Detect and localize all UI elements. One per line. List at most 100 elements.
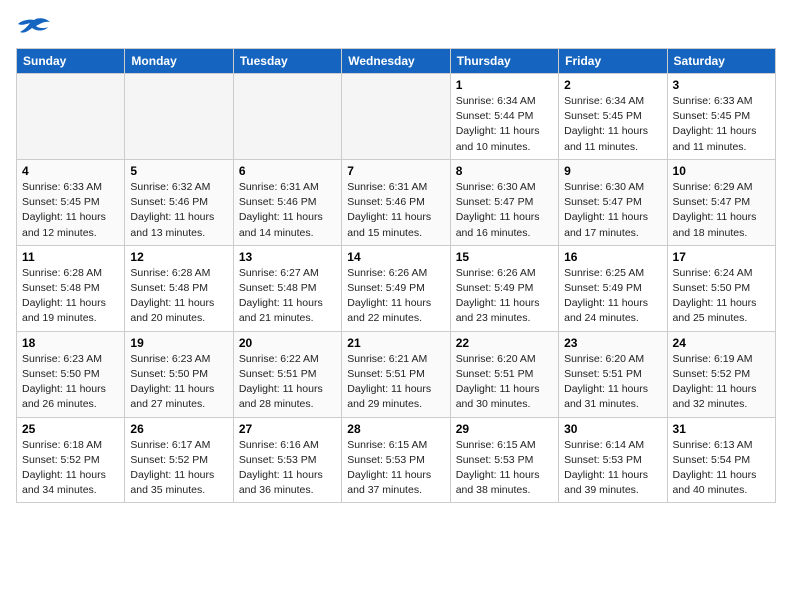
calendar-cell: 3 Sunrise: 6:33 AM Sunset: 5:45 PM Daylig… bbox=[667, 74, 775, 160]
calendar-cell: 1Sunrise: 6:34 AM Sunset: 5:44 PM Daylig… bbox=[450, 74, 558, 160]
calendar-header-wednesday: Wednesday bbox=[342, 49, 450, 74]
calendar-cell: 26Sunrise: 6:17 AM Sunset: 5:52 PM Dayli… bbox=[125, 417, 233, 503]
day-info: Sunrise: 6:26 AM Sunset: 5:49 PM Dayligh… bbox=[347, 266, 444, 327]
calendar-cell: 24 Sunrise: 6:19 AM Sunset: 5:52 PM Dayli… bbox=[667, 331, 775, 417]
day-info: Sunrise: 6:20 AM Sunset: 5:51 PM Dayligh… bbox=[456, 352, 553, 413]
day-info: Sunrise: 6:33 AM Sunset: 5:45 PM Dayligh… bbox=[673, 94, 770, 155]
day-info: Sunrise: 6:23 AM Sunset: 5:50 PM Dayligh… bbox=[22, 352, 119, 413]
day-number: 4 bbox=[22, 164, 119, 178]
calendar-cell: 31 Sunrise: 6:13 AM Sunset: 5:54 PM Dayli… bbox=[667, 417, 775, 503]
calendar-cell: 14 Sunrise: 6:26 AM Sunset: 5:49 PM Dayli… bbox=[342, 245, 450, 331]
day-number: 9 bbox=[564, 164, 661, 178]
day-number: 12 bbox=[130, 250, 227, 264]
day-number: 5 bbox=[130, 164, 227, 178]
day-number: 31 bbox=[673, 422, 770, 436]
day-info: Sunrise: 6:23 AM Sunset: 5:50 PM Dayligh… bbox=[130, 352, 227, 413]
day-info: Sunrise: 6:30 AM Sunset: 5:47 PM Dayligh… bbox=[564, 180, 661, 241]
day-number: 24 bbox=[673, 336, 770, 350]
day-info: Sunrise: 6:31 AM Sunset: 5:46 PM Dayligh… bbox=[347, 180, 444, 241]
day-info: Sunrise: 6:27 AM Sunset: 5:48 PM Dayligh… bbox=[239, 266, 336, 327]
calendar-cell: 2 Sunrise: 6:34 AM Sunset: 5:45 PM Daylig… bbox=[559, 74, 667, 160]
calendar-week-row: 18 Sunrise: 6:23 AM Sunset: 5:50 PM Dayli… bbox=[17, 331, 776, 417]
day-info: Sunrise: 6:16 AM Sunset: 5:53 PM Dayligh… bbox=[239, 438, 336, 499]
day-number: 16 bbox=[564, 250, 661, 264]
calendar-cell bbox=[342, 74, 450, 160]
calendar-cell: 7 Sunrise: 6:31 AM Sunset: 5:46 PM Daylig… bbox=[342, 159, 450, 245]
day-info: Sunrise: 6:17 AM Sunset: 5:52 PM Dayligh… bbox=[130, 438, 227, 499]
calendar-cell: 5 Sunrise: 6:32 AM Sunset: 5:46 PM Daylig… bbox=[125, 159, 233, 245]
day-info: Sunrise: 6:31 AM Sunset: 5:46 PM Dayligh… bbox=[239, 180, 336, 241]
day-number: 28 bbox=[347, 422, 444, 436]
day-info: Sunrise: 6:28 AM Sunset: 5:48 PM Dayligh… bbox=[130, 266, 227, 327]
calendar-cell bbox=[17, 74, 125, 160]
day-number: 14 bbox=[347, 250, 444, 264]
day-number: 21 bbox=[347, 336, 444, 350]
calendar-header-sunday: Sunday bbox=[17, 49, 125, 74]
day-number: 25 bbox=[22, 422, 119, 436]
day-info: Sunrise: 6:34 AM Sunset: 5:44 PM Dayligh… bbox=[456, 94, 553, 155]
day-info: Sunrise: 6:22 AM Sunset: 5:51 PM Dayligh… bbox=[239, 352, 336, 413]
day-info: Sunrise: 6:29 AM Sunset: 5:47 PM Dayligh… bbox=[673, 180, 770, 241]
day-info: Sunrise: 6:26 AM Sunset: 5:49 PM Dayligh… bbox=[456, 266, 553, 327]
calendar-cell: 4 Sunrise: 6:33 AM Sunset: 5:45 PM Daylig… bbox=[17, 159, 125, 245]
day-info: Sunrise: 6:19 AM Sunset: 5:52 PM Dayligh… bbox=[673, 352, 770, 413]
calendar-table: SundayMondayTuesdayWednesdayThursdayFrid… bbox=[16, 48, 776, 503]
calendar-cell: 22 Sunrise: 6:20 AM Sunset: 5:51 PM Dayli… bbox=[450, 331, 558, 417]
day-info: Sunrise: 6:30 AM Sunset: 5:47 PM Dayligh… bbox=[456, 180, 553, 241]
day-number: 10 bbox=[673, 164, 770, 178]
calendar-header-row: SundayMondayTuesdayWednesdayThursdayFrid… bbox=[17, 49, 776, 74]
calendar-cell: 27Sunrise: 6:16 AM Sunset: 5:53 PM Dayli… bbox=[233, 417, 341, 503]
calendar-cell: 17 Sunrise: 6:24 AM Sunset: 5:50 PM Dayli… bbox=[667, 245, 775, 331]
day-info: Sunrise: 6:15 AM Sunset: 5:53 PM Dayligh… bbox=[347, 438, 444, 499]
day-number: 18 bbox=[22, 336, 119, 350]
day-info: Sunrise: 6:14 AM Sunset: 5:53 PM Dayligh… bbox=[564, 438, 661, 499]
calendar-header-tuesday: Tuesday bbox=[233, 49, 341, 74]
day-number: 13 bbox=[239, 250, 336, 264]
day-number: 2 bbox=[564, 78, 661, 92]
day-number: 15 bbox=[456, 250, 553, 264]
calendar-week-row: 4 Sunrise: 6:33 AM Sunset: 5:45 PM Daylig… bbox=[17, 159, 776, 245]
calendar-cell: 9 Sunrise: 6:30 AM Sunset: 5:47 PM Daylig… bbox=[559, 159, 667, 245]
day-number: 11 bbox=[22, 250, 119, 264]
day-number: 3 bbox=[673, 78, 770, 92]
day-info: Sunrise: 6:25 AM Sunset: 5:49 PM Dayligh… bbox=[564, 266, 661, 327]
day-number: 30 bbox=[564, 422, 661, 436]
day-number: 23 bbox=[564, 336, 661, 350]
calendar-cell: 15 Sunrise: 6:26 AM Sunset: 5:49 PM Dayli… bbox=[450, 245, 558, 331]
page-header bbox=[16, 16, 776, 40]
day-info: Sunrise: 6:34 AM Sunset: 5:45 PM Dayligh… bbox=[564, 94, 661, 155]
calendar-cell bbox=[233, 74, 341, 160]
calendar-header-thursday: Thursday bbox=[450, 49, 558, 74]
calendar-cell bbox=[125, 74, 233, 160]
calendar-cell: 12 Sunrise: 6:28 AM Sunset: 5:48 PM Dayli… bbox=[125, 245, 233, 331]
calendar-cell: 16 Sunrise: 6:25 AM Sunset: 5:49 PM Dayli… bbox=[559, 245, 667, 331]
day-info: Sunrise: 6:15 AM Sunset: 5:53 PM Dayligh… bbox=[456, 438, 553, 499]
calendar-week-row: 25 Sunrise: 6:18 AM Sunset: 5:52 PM Dayli… bbox=[17, 417, 776, 503]
calendar-cell: 30 Sunrise: 6:14 AM Sunset: 5:53 PM Dayli… bbox=[559, 417, 667, 503]
calendar-header-monday: Monday bbox=[125, 49, 233, 74]
day-info: Sunrise: 6:21 AM Sunset: 5:51 PM Dayligh… bbox=[347, 352, 444, 413]
day-info: Sunrise: 6:18 AM Sunset: 5:52 PM Dayligh… bbox=[22, 438, 119, 499]
calendar-week-row: 11 Sunrise: 6:28 AM Sunset: 5:48 PM Dayli… bbox=[17, 245, 776, 331]
day-number: 7 bbox=[347, 164, 444, 178]
day-number: 20 bbox=[239, 336, 336, 350]
calendar-header-friday: Friday bbox=[559, 49, 667, 74]
day-info: Sunrise: 6:13 AM Sunset: 5:54 PM Dayligh… bbox=[673, 438, 770, 499]
calendar-cell: 25 Sunrise: 6:18 AM Sunset: 5:52 PM Dayli… bbox=[17, 417, 125, 503]
day-number: 22 bbox=[456, 336, 553, 350]
day-number: 6 bbox=[239, 164, 336, 178]
calendar-cell: 19Sunrise: 6:23 AM Sunset: 5:50 PM Dayli… bbox=[125, 331, 233, 417]
calendar-cell: 13 Sunrise: 6:27 AM Sunset: 5:48 PM Dayli… bbox=[233, 245, 341, 331]
day-number: 8 bbox=[456, 164, 553, 178]
logo-icon bbox=[16, 16, 52, 40]
day-number: 17 bbox=[673, 250, 770, 264]
calendar-cell: 6 Sunrise: 6:31 AM Sunset: 5:46 PM Daylig… bbox=[233, 159, 341, 245]
day-info: Sunrise: 6:24 AM Sunset: 5:50 PM Dayligh… bbox=[673, 266, 770, 327]
calendar-cell: 23Sunrise: 6:20 AM Sunset: 5:51 PM Dayli… bbox=[559, 331, 667, 417]
calendar-cell: 10 Sunrise: 6:29 AM Sunset: 5:47 PM Dayli… bbox=[667, 159, 775, 245]
day-number: 29 bbox=[456, 422, 553, 436]
calendar-cell: 8 Sunrise: 6:30 AM Sunset: 5:47 PM Daylig… bbox=[450, 159, 558, 245]
day-info: Sunrise: 6:33 AM Sunset: 5:45 PM Dayligh… bbox=[22, 180, 119, 241]
day-info: Sunrise: 6:32 AM Sunset: 5:46 PM Dayligh… bbox=[130, 180, 227, 241]
calendar-cell: 11Sunrise: 6:28 AM Sunset: 5:48 PM Dayli… bbox=[17, 245, 125, 331]
